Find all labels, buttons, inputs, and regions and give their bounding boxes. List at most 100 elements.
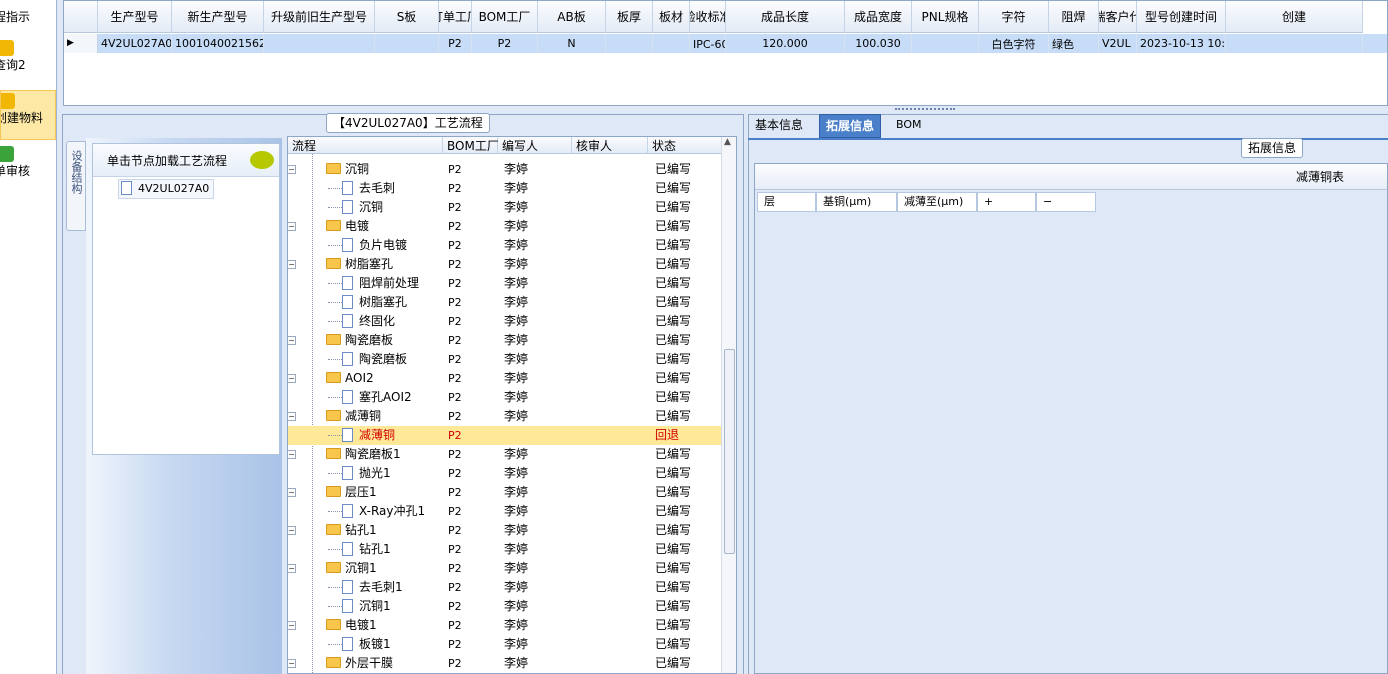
flow-row[interactable]: 阻焊前处理 P2 李婷 已编写 xyxy=(288,274,723,293)
flow-row[interactable]: − 沉铜1 P2 李婷 已编写 xyxy=(288,559,723,578)
column-header[interactable]: 创建 xyxy=(1226,1,1363,33)
nav-item-1[interactable]: 查询2 xyxy=(0,38,56,82)
flow-row[interactable]: − 陶瓷磨板 P2 李婷 已编写 xyxy=(288,331,723,350)
grid-cell[interactable]: N xyxy=(538,34,606,53)
flow-row[interactable]: 去毛刺 P2 李婷 已编写 xyxy=(288,179,723,198)
flow-row[interactable]: 板镀1 P2 李婷 已编写 xyxy=(288,635,723,654)
flow-row[interactable]: 塞孔AOI2 P2 李婷 已编写 xyxy=(288,388,723,407)
grid-cell[interactable] xyxy=(912,34,979,53)
tab-device-structure[interactable]: 设备结构 xyxy=(66,141,86,231)
column-header[interactable]: 新生产型号 xyxy=(172,1,264,33)
flow-column-header[interactable]: 状态 xyxy=(648,137,723,154)
flow-row[interactable]: 沉铜 P2 李婷 已编写 xyxy=(288,198,723,217)
column-header[interactable]: AB板 xyxy=(538,1,606,33)
nav-item-3[interactable]: 单审核 xyxy=(0,144,56,188)
nav-item-2[interactable]: 创建物料 xyxy=(0,90,56,140)
collapse-toggle-icon[interactable]: − xyxy=(288,488,296,497)
thin-copper-column-header[interactable]: − xyxy=(1036,192,1096,212)
column-header[interactable]: 生产型号 xyxy=(98,1,172,33)
flow-column-header[interactable]: 流程 xyxy=(288,137,443,154)
flow-row[interactable]: − 外层干膜 P2 李婷 已编写 xyxy=(288,654,723,673)
flow-scrollbar[interactable]: ▲ xyxy=(721,137,736,673)
tree-connector xyxy=(328,302,342,303)
flow-row[interactable]: X-Ray冲孔1 P2 李婷 已编写 xyxy=(288,502,723,521)
flow-column-header[interactable]: 核审人 xyxy=(572,137,648,154)
collapse-toggle-icon[interactable]: − xyxy=(288,621,296,630)
flow-row[interactable]: 抛光1 P2 李婷 已编写 xyxy=(288,464,723,483)
column-header[interactable]: 字符 xyxy=(979,1,1049,33)
grid-cell[interactable] xyxy=(264,34,375,53)
column-header[interactable]: 成品宽度 xyxy=(845,1,912,33)
collapse-toggle-icon[interactable]: − xyxy=(288,526,296,535)
column-header[interactable]: 阻焊 xyxy=(1049,1,1099,33)
flow-row[interactable]: 沉铜1 P2 李婷 已编写 xyxy=(288,597,723,616)
flow-row[interactable]: − AOI2 P2 李婷 已编写 xyxy=(288,369,723,388)
grid-cell[interactable]: 120.000 xyxy=(726,34,845,53)
column-header[interactable]: 升级前旧生产型号 xyxy=(264,1,375,33)
document-icon xyxy=(342,465,353,480)
collapse-toggle-icon[interactable]: − xyxy=(288,450,296,459)
flow-row[interactable]: 负片电镀 P2 李婷 已编写 xyxy=(288,236,723,255)
grid-cell[interactable] xyxy=(653,34,690,53)
column-header[interactable]: 型号创建时间 xyxy=(1137,1,1226,33)
column-header[interactable]: S板 xyxy=(375,1,439,33)
tab-extended-info[interactable]: 拓展信息 xyxy=(819,114,882,138)
tab-basic-info[interactable]: 基本信息 xyxy=(749,114,809,138)
collapse-toggle-icon[interactable]: − xyxy=(288,260,296,269)
collapse-toggle-icon[interactable]: − xyxy=(288,374,296,383)
flow-row[interactable]: − 电镀1 P2 李婷 已编写 xyxy=(288,616,723,635)
grid-cell[interactable]: 2023-10-13 10:29:33 xyxy=(1137,34,1226,53)
grid-cell[interactable]: V2UL xyxy=(1099,34,1137,53)
column-header[interactable]: 验收标准 xyxy=(690,1,726,33)
flow-row[interactable]: − 树脂塞孔 P2 李婷 已编写 xyxy=(288,255,723,274)
collapse-toggle-icon[interactable]: − xyxy=(288,165,296,174)
collapse-toggle-icon[interactable]: − xyxy=(288,222,296,231)
flow-row[interactable]: − 层压1 P2 李婷 已编写 xyxy=(288,483,723,502)
flow-row[interactable]: 陶瓷磨板 P2 李婷 已编写 xyxy=(288,350,723,369)
flow-column-header[interactable]: BOM工厂 xyxy=(443,137,499,154)
grid-cell[interactable] xyxy=(375,34,439,53)
column-header[interactable]: PNL规格 xyxy=(912,1,979,33)
collapse-toggle-icon[interactable]: − xyxy=(288,412,296,421)
grid-cell[interactable] xyxy=(1226,34,1363,53)
collapse-toggle-icon[interactable]: − xyxy=(288,659,296,668)
flow-row[interactable]: 树脂塞孔 P2 李婷 已编写 xyxy=(288,293,723,312)
flow-row[interactable]: − 沉铜 P2 李婷 已编写 xyxy=(288,160,723,179)
nav-item-0[interactable]: 程指示 xyxy=(0,8,56,28)
grid-cell[interactable]: 4V2UL027A0 xyxy=(98,34,172,53)
flow-reviewer-cell xyxy=(578,160,642,179)
flow-row[interactable]: 钻孔1 P2 李婷 已编写 xyxy=(288,540,723,559)
grid-cell[interactable]: IPC-6012 II级 xyxy=(690,34,726,53)
column-header[interactable]: 成品长度 xyxy=(726,1,845,33)
flow-writer-cell: 李婷 xyxy=(504,580,529,594)
flow-row[interactable]: 终固化 P2 李婷 已编写 xyxy=(288,312,723,331)
collapse-toggle-icon[interactable]: − xyxy=(288,336,296,345)
collapse-toggle-icon[interactable]: − xyxy=(288,564,296,573)
tab-bom[interactable]: BOM xyxy=(890,114,928,138)
flow-column-header[interactable]: 编写人 xyxy=(498,137,572,154)
column-header[interactable]: 订单工厂 xyxy=(439,1,472,33)
flow-row[interactable]: − 电镀 P2 李婷 已编写 xyxy=(288,217,723,236)
scroll-thumb[interactable] xyxy=(724,349,735,554)
column-header[interactable]: 板厚 xyxy=(606,1,653,33)
grid-cell[interactable]: 白色字符 xyxy=(979,34,1049,53)
column-header[interactable]: BOM工厂 xyxy=(472,1,538,33)
grid-cell[interactable]: 100.030 xyxy=(845,34,912,53)
column-header[interactable]: 板材 xyxy=(653,1,690,33)
grid-cell[interactable]: P2 xyxy=(472,34,538,53)
flow-row[interactable]: − 钻孔1 P2 李婷 已编写 xyxy=(288,521,723,540)
flow-row[interactable]: − 减薄铜 P2 李婷 已编写 xyxy=(288,407,723,426)
flow-row[interactable]: − 陶瓷磨板1 P2 李婷 已编写 xyxy=(288,445,723,464)
grid-cell[interactable] xyxy=(606,34,653,53)
thin-copper-column-header[interactable]: + xyxy=(977,192,1036,212)
scroll-up-icon[interactable]: ▲ xyxy=(724,137,731,147)
model-grid-row[interactable]: ▶ 4V2UL027A010010400215621P2P2NIPC-6012 … xyxy=(64,34,1387,53)
flow-row[interactable]: 去毛刺1 P2 李婷 已编写 xyxy=(288,578,723,597)
tree-node-model[interactable]: 4V2UL027A0 xyxy=(118,179,215,199)
grid-cell[interactable]: 10010400215621 xyxy=(172,34,264,53)
flow-row[interactable]: 减薄铜 P2 回退 xyxy=(288,426,723,445)
horizontal-splitter[interactable] xyxy=(57,106,1388,114)
grid-cell[interactable]: P2 xyxy=(439,34,472,53)
grid-cell[interactable]: 绿色 xyxy=(1049,34,1099,53)
column-header[interactable]: 终端客户代码 xyxy=(1099,1,1137,33)
